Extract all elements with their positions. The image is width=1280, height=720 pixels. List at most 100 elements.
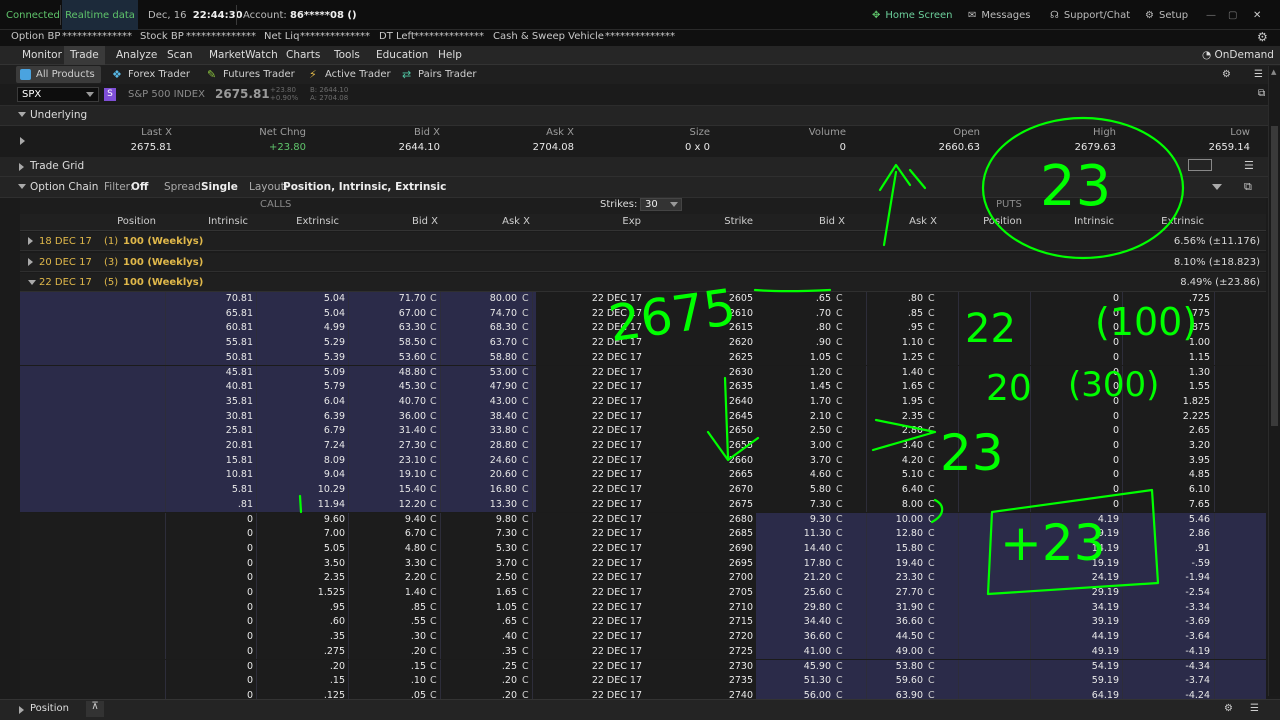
chain-row[interactable]: 70.81 5.04 71.70 80.00 22 DEC 17 2605 .65 .80 0.… [20, 292, 1266, 307]
trade-grid-header[interactable]: Trade Grid ☰ [0, 157, 1280, 177]
put-position-column-header[interactable]: Position [983, 216, 1022, 230]
menu-marketwatch[interactable]: MarketWatch [203, 46, 284, 65]
scroll-thumb[interactable] [1271, 126, 1278, 426]
chain-row[interactable]: 0 9.60 9.40 9.80 22 DEC 17 2680 9.30 10.00 4.19 5… [20, 512, 1266, 528]
chain-row[interactable]: 65.81 5.04 67.00 74.70 22 DEC 17 2610 .70 .85 0.… [20, 306, 1266, 322]
chain-row[interactable]: 10.81 9.04 19.10 20.60 22 DEC 17 2665 4.60 5.10… [20, 468, 1266, 484]
filter-dropdown[interactable]: Off [131, 181, 148, 193]
chain-row[interactable]: 50.81 5.39 53.60 58.80 22 DEC 17 2625 1.05 1.25… [20, 350, 1266, 366]
menu-icon[interactable]: ☰ [1250, 66, 1267, 83]
expiration: 22 DEC 17 [591, 528, 642, 540]
ondemand-button[interactable]: ◔ OnDemand [1196, 46, 1280, 65]
expand-icon[interactable] [19, 706, 24, 714]
underlying-section-header[interactable]: Underlying [0, 106, 1280, 126]
put-ask-column-header[interactable]: Ask X [909, 216, 937, 230]
chain-row[interactable]: 20.81 7.24 27.30 28.80 22 DEC 17 2655 3.00 3.40… [20, 439, 1266, 454]
expiration-row[interactable]: 22 DEC 17 (5) 100 (Weeklys) 8.49% (±23.86) [20, 273, 1266, 292]
bid-column-header[interactable]: Bid X [412, 216, 438, 230]
support-chat-button[interactable]: ☊ Support/Chat [1050, 0, 1130, 30]
menu-tools[interactable]: Tools [328, 46, 366, 65]
gear-icon[interactable]: ⚙ [1218, 66, 1235, 83]
menu-icon[interactable]: ☰ [1244, 159, 1254, 172]
expiration-row[interactable]: 20 DEC 17 (3) 100 (Weeklys) 8.10% (±18.823) [20, 252, 1266, 272]
tab-active-trader[interactable]: ⚡ Active Trader [305, 66, 397, 83]
chain-row[interactable]: 0 1.525 1.40 1.65 22 DEC 17 2705 25.60 27.70 29.… [20, 586, 1266, 601]
chain-row[interactable]: 0 .20 .15 .25 22 DEC 17 2730 45.90 53.80 54.19 -4… [20, 659, 1266, 675]
chain-row[interactable]: 15.81 8.09 23.10 24.60 22 DEC 17 2660 3.70 4.20… [20, 453, 1266, 469]
menu-analyze[interactable]: Analyze [110, 46, 163, 65]
put-bid-column-header[interactable]: Bid X [819, 216, 845, 230]
pin-icon[interactable]: ⊼ [86, 701, 104, 717]
account-selector[interactable]: Account: 86*****08 () [243, 0, 357, 30]
menu-trade[interactable]: Trade [64, 46, 105, 65]
vertical-scrollbar[interactable]: ▲ [1268, 66, 1280, 696]
menu-help[interactable]: Help [432, 46, 468, 65]
option-bp-value: ************** [62, 31, 132, 42]
spread-dropdown[interactable]: Single [201, 181, 238, 193]
chevron-down-icon[interactable] [1212, 184, 1222, 190]
chain-row[interactable]: 0 .15 .10 .20 22 DEC 17 2735 51.30 59.60 59.19 -3… [20, 674, 1266, 689]
expand-icon[interactable] [20, 137, 25, 145]
gear-icon[interactable]: ⚙ [1224, 703, 1233, 714]
tab-forex-trader[interactable]: ❖ Forex Trader [108, 66, 196, 83]
grid-layout-icon[interactable] [1188, 159, 1212, 171]
chain-row[interactable]: 0 7.00 6.70 7.30 22 DEC 17 2685 11.30 12.80 9.19… [20, 527, 1266, 542]
column-divider [958, 512, 959, 528]
strike-column-header[interactable]: Strike [724, 216, 753, 230]
chain-row[interactable]: 55.81 5.29 58.50 63.70 22 DEC 17 2620 .90 1.10 0… [20, 336, 1266, 351]
menu-charts[interactable]: Charts [280, 46, 326, 65]
ask-column-header[interactable]: Ask X [502, 216, 530, 230]
tab-futures-trader[interactable]: ✎ Futures Trader [203, 66, 301, 83]
column-divider [256, 527, 257, 542]
messages-button[interactable]: ✉ Messages [968, 0, 1030, 30]
gear-icon[interactable]: ⚙ [1257, 30, 1268, 44]
chain-row[interactable]: 60.81 4.99 63.30 68.30 22 DEC 17 2615 .80 .95 0.… [20, 321, 1266, 337]
chain-row[interactable]: 45.81 5.09 48.80 53.00 22 DEC 17 2630 1.20 1.40… [20, 365, 1266, 381]
position-column-header[interactable]: Position [117, 216, 156, 230]
chain-row[interactable]: 40.81 5.79 45.30 47.90 22 DEC 17 2635 1.45 1.65… [20, 380, 1266, 395]
close-button[interactable]: ✕ [1253, 0, 1261, 30]
put-intrinsic-column-header[interactable]: Intrinsic [1074, 216, 1114, 230]
chain-row[interactable]: 25.81 6.79 31.40 33.80 22 DEC 17 2650 2.50 2.80… [20, 424, 1266, 439]
realtime-indicator[interactable]: Realtime data [62, 0, 138, 30]
exp-column-header[interactable]: Exp [622, 216, 641, 230]
column-divider [440, 512, 441, 528]
menu-monitor[interactable]: Monitor [16, 46, 68, 65]
layout-dropdown[interactable]: Position, Intrinsic, Extrinsic [283, 181, 446, 193]
option-chain-header[interactable]: Option Chain Filter: Off Spread: Single … [0, 177, 1280, 198]
tab-all-products[interactable]: All Products [16, 66, 101, 83]
chain-row[interactable]: 0 .35 .30 .40 22 DEC 17 2720 36.60 44.50 44.19 -3… [20, 630, 1266, 645]
chain-row[interactable]: 35.81 6.04 40.70 43.00 22 DEC 17 2640 1.70 1.95… [20, 394, 1266, 410]
menu-icon[interactable]: ☰ [1250, 703, 1259, 714]
column-divider [256, 380, 257, 395]
chain-row[interactable]: 0 3.50 3.30 3.70 22 DEC 17 2695 17.80 19.40 19.1… [20, 556, 1266, 572]
home-screen-button[interactable]: ✥ Home Screen [872, 0, 952, 30]
expiration-row[interactable]: 18 DEC 17 (1) 100 (Weeklys) 6.56% (±11.176) [20, 232, 1266, 251]
intrinsic-column-header[interactable]: Intrinsic [208, 216, 248, 230]
chain-row[interactable]: 0 2.35 2.20 2.50 22 DEC 17 2700 21.20 23.30 24.1… [20, 571, 1266, 586]
strikes-dropdown[interactable]: 30 [640, 198, 682, 211]
put-extrinsic-column-header[interactable]: Extrinsic [1161, 216, 1204, 230]
chain-row[interactable]: 0 .60 .55 .65 22 DEC 17 2715 34.40 36.60 39.19 -3… [20, 615, 1266, 631]
chain-row[interactable]: .81 11.94 12.20 13.30 22 DEC 17 2675 7.30 8.00 0… [20, 497, 1266, 513]
tab-pairs-trader[interactable]: ⇄ Pairs Trader [398, 66, 482, 83]
popout-icon[interactable]: ⧉ [1244, 180, 1252, 194]
position-panel-label[interactable]: Position [30, 703, 69, 714]
setup-button[interactable]: ⚙ Setup [1145, 0, 1188, 30]
menu-scan[interactable]: Scan [161, 46, 199, 65]
chain-row[interactable]: 0 5.05 4.80 5.30 22 DEC 17 2690 14.40 15.80 14.1… [20, 541, 1266, 557]
chain-row[interactable]: 5.81 10.29 15.40 16.80 22 DEC 17 2670 5.80 6.40… [20, 483, 1266, 498]
put-extrinsic: 1.825 [1182, 395, 1210, 407]
call-extrinsic: 5.39 [323, 351, 345, 363]
popout-icon[interactable]: ⧉ [1258, 88, 1265, 99]
maximize-button[interactable]: ▢ [1228, 0, 1237, 30]
extrinsic-column-header[interactable]: Extrinsic [296, 216, 339, 230]
chain-row[interactable]: 0 .275 .20 .35 22 DEC 17 2725 41.00 49.00 49.19 -… [20, 644, 1266, 660]
symbol-input[interactable]: SPX [17, 87, 99, 102]
minimize-button[interactable]: — [1206, 0, 1216, 30]
column-divider [256, 674, 257, 689]
chain-row[interactable]: 0 .95 .85 1.05 22 DEC 17 2710 29.80 31.90 34.19 -… [20, 600, 1266, 616]
chain-row[interactable]: 30.81 6.39 36.00 38.40 22 DEC 17 2645 2.10 2.35… [20, 409, 1266, 425]
scroll-up-icon[interactable]: ▲ [1271, 68, 1276, 76]
menu-education[interactable]: Education [370, 46, 434, 65]
